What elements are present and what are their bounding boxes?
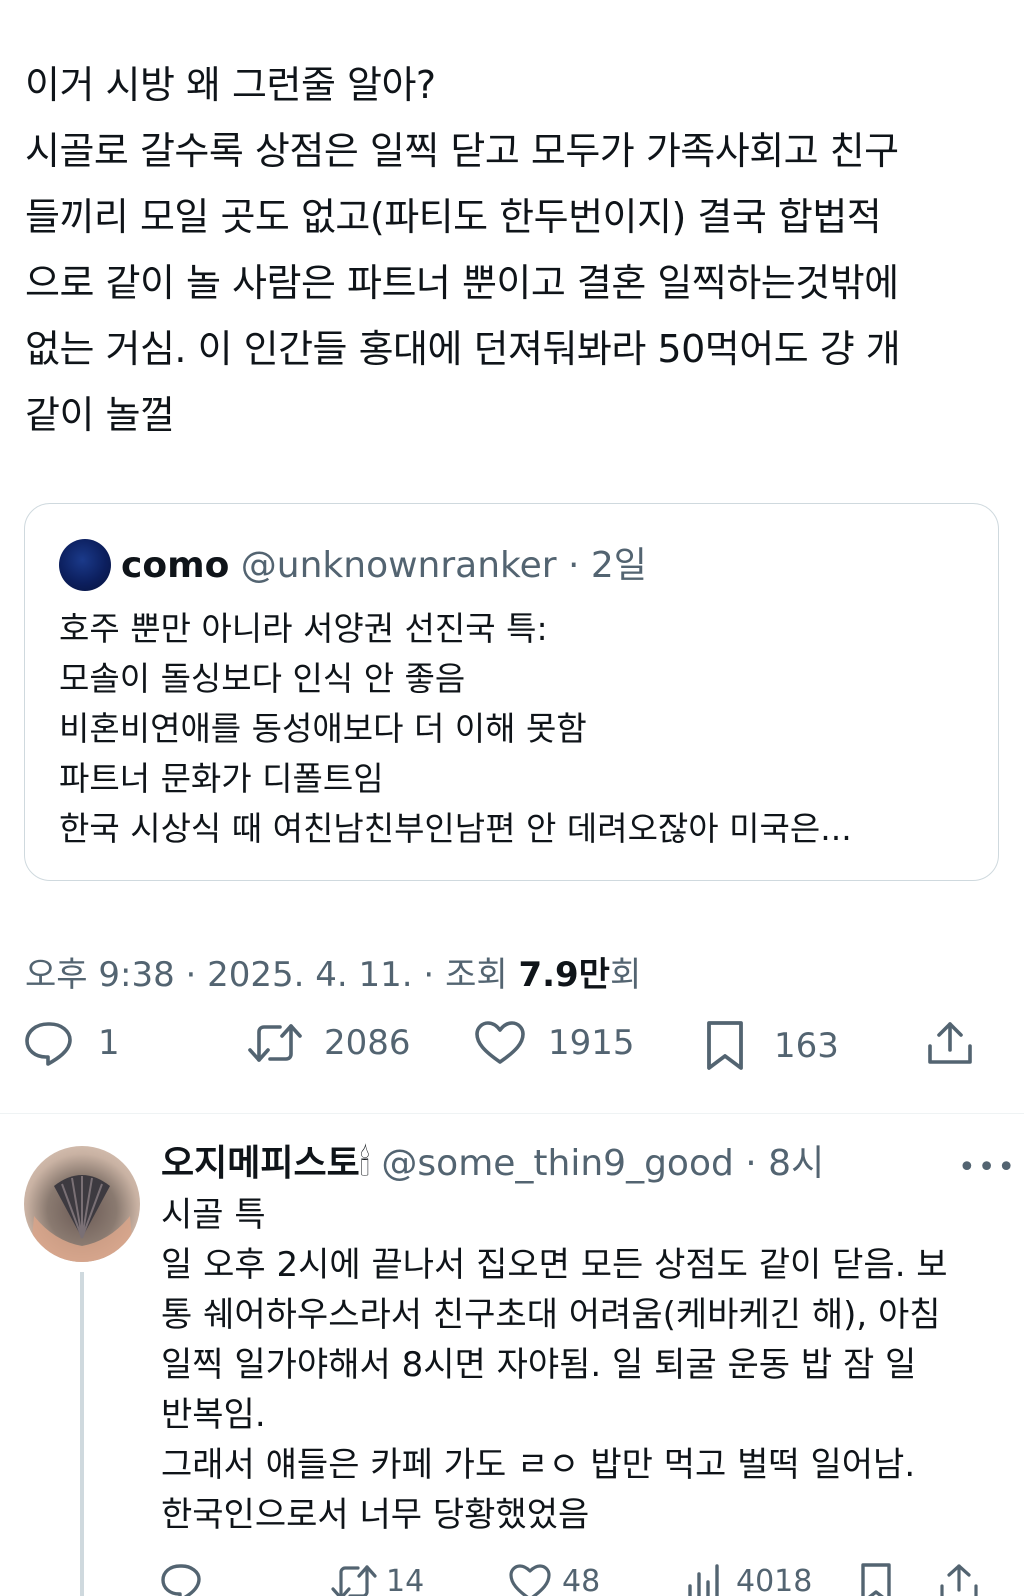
quoted-line: 모솔이 돌싱보다 인식 안 좋음	[59, 659, 466, 698]
reply-like-count: 48	[562, 1564, 601, 1596]
quoted-tweet-card[interactable]: como @unknownranker · 2일 호주 뿐만 아니라 서양권 선…	[24, 503, 999, 881]
reply-count: 1	[98, 1023, 120, 1063]
reply-retweet-button[interactable]: 14	[330, 1562, 424, 1596]
tweet-actions: 1 2086 1915 163	[0, 1020, 1024, 1100]
reply-like-button[interactable]: 48	[508, 1562, 600, 1596]
reply-share-button[interactable]	[938, 1562, 980, 1596]
reply-reply-button[interactable]	[160, 1562, 202, 1596]
candle-emoji: 🕯	[359, 1143, 370, 1184]
reply-separator: ·	[733, 1143, 769, 1184]
reply-text: 시골 특 일 오후 2시에 끝나서 집오면 모든 상점도 같이 닫음. 보 통 …	[161, 1190, 1011, 1540]
reply-retweet-count: 14	[386, 1564, 425, 1596]
tweet-meta: 오후 9:38 · 2025. 4. 11. · 조회 7.9만회	[25, 947, 641, 996]
reply-views-button[interactable]: 4018	[684, 1562, 812, 1596]
meta-separator: ·	[412, 955, 446, 995]
bookmark-button[interactable]: 163	[704, 1020, 839, 1072]
reply-line: 시골 특	[161, 1195, 266, 1235]
reply-header: 오지메피스토🕯 @some_thin9_good · 8시	[161, 1138, 824, 1190]
retweet-icon	[331, 1565, 377, 1596]
retweet-button[interactable]: 2086	[246, 1020, 411, 1066]
tweet-date[interactable]: 2025. 4. 11.	[207, 955, 412, 995]
reply-line: 일 오후 2시에 끝나서 집오면 모든 상점도 같이 닫음. 보	[161, 1245, 948, 1285]
more-options-icon[interactable]: •••	[958, 1150, 1017, 1185]
quoted-handle[interactable]: @unknownranker	[241, 545, 557, 586]
heart-icon	[475, 1021, 525, 1064]
views-suffix: 회	[609, 955, 642, 995]
bookmark-count: 163	[774, 1026, 839, 1066]
reply-handle[interactable]: @some_thin9_good	[381, 1143, 733, 1184]
tweet-text: 이거 시방 왜 그런줄 알아? 시골로 갈수록 상점은 일찍 닫고 모두가 가족…	[25, 52, 995, 448]
reply-line: 한국인으로서 너무 당황했었음	[161, 1495, 590, 1535]
reply-icon	[161, 1564, 201, 1596]
like-button[interactable]: 1915	[474, 1020, 635, 1066]
tweet-line: 시골로 갈수록 상점은 일찍 닫고 모두가 가족사회고 친구	[25, 129, 899, 173]
quoted-header: como @unknownranker · 2일	[121, 540, 647, 592]
tweet-line: 이거 시방 왜 그런줄 알아?	[25, 63, 436, 107]
share-icon	[928, 1022, 972, 1064]
quoted-text: 호주 뿐만 아니라 서양권 선진국 특: 모솔이 돌싱보다 인식 안 좋음 비혼…	[59, 604, 979, 854]
reply-actions: 14 48 4018	[0, 1562, 1024, 1596]
reply-line: 그래서 얘들은 카페 가도 ㄹㅇ 밥만 먹고 벌떡 일어남.	[161, 1445, 916, 1485]
thread-line	[80, 1272, 84, 1596]
views-count[interactable]: 7.9만	[518, 955, 610, 995]
quoted-separator: ·	[568, 545, 591, 586]
quoted-line: 파트너 문화가 디폴트임	[59, 759, 384, 798]
retweet-count: 2086	[324, 1023, 411, 1063]
reply-line: 일찍 일가야해서 8시면 자야됨. 일 퇴굴 운동 밥 잠 일	[161, 1345, 917, 1385]
share-icon	[940, 1564, 978, 1596]
scallop-shell-icon	[30, 1175, 134, 1262]
divider	[0, 1113, 1024, 1114]
quoted-line: 비혼비연애를 동성애보다 더 이해 못함	[59, 709, 587, 748]
tweet-line: 없는 거심. 이 인간들 홍대에 던져둬봐라 50먹어도 걍 개	[25, 327, 901, 371]
tweet-line: 같이 놀껄	[25, 393, 175, 437]
meta-separator: ·	[174, 955, 208, 995]
retweet-icon	[248, 1024, 302, 1062]
quoted-line: 호주 뿐만 아니라 서양권 선진국 특:	[59, 609, 548, 648]
tweet-line: 으로 같이 놀 사람은 파트너 뿐이고 결혼 일찍하는것밖에	[25, 261, 899, 305]
reply-views-count: 4018	[736, 1564, 813, 1596]
like-count: 1915	[548, 1023, 635, 1063]
quoted-timestamp[interactable]: 2일	[591, 545, 647, 586]
reply-line: 통 쉐어하우스라서 친구초대 어려움(케바케긴 해), 아침	[161, 1295, 941, 1335]
analytics-icon	[688, 1564, 719, 1596]
reply-button[interactable]: 1	[24, 1020, 120, 1066]
quoted-avatar[interactable]	[59, 539, 111, 591]
quoted-display-name[interactable]: como	[121, 545, 229, 586]
bookmark-icon	[861, 1563, 891, 1596]
reply-display-name[interactable]: 오지메피스토	[161, 1143, 360, 1184]
reply-icon	[25, 1022, 72, 1066]
reply-timestamp[interactable]: 8시	[768, 1143, 824, 1184]
share-button[interactable]	[926, 1020, 974, 1066]
reply-avatar[interactable]	[24, 1146, 140, 1262]
tweet-line: 들끼리 모일 곳도 없고(파티도 한두번이지) 결국 합법적	[25, 195, 882, 239]
reply-bookmark-button[interactable]	[858, 1562, 894, 1596]
tweet-time[interactable]: 오후 9:38	[25, 955, 175, 995]
reply-line: 반복임.	[161, 1395, 266, 1435]
views-prefix: 조회	[445, 955, 519, 995]
heart-icon	[509, 1564, 551, 1596]
quoted-line: 한국 시상식 때 여친남친부인남편 안 데려오잖아 미국은...	[59, 809, 852, 848]
bookmark-icon	[707, 1021, 743, 1070]
